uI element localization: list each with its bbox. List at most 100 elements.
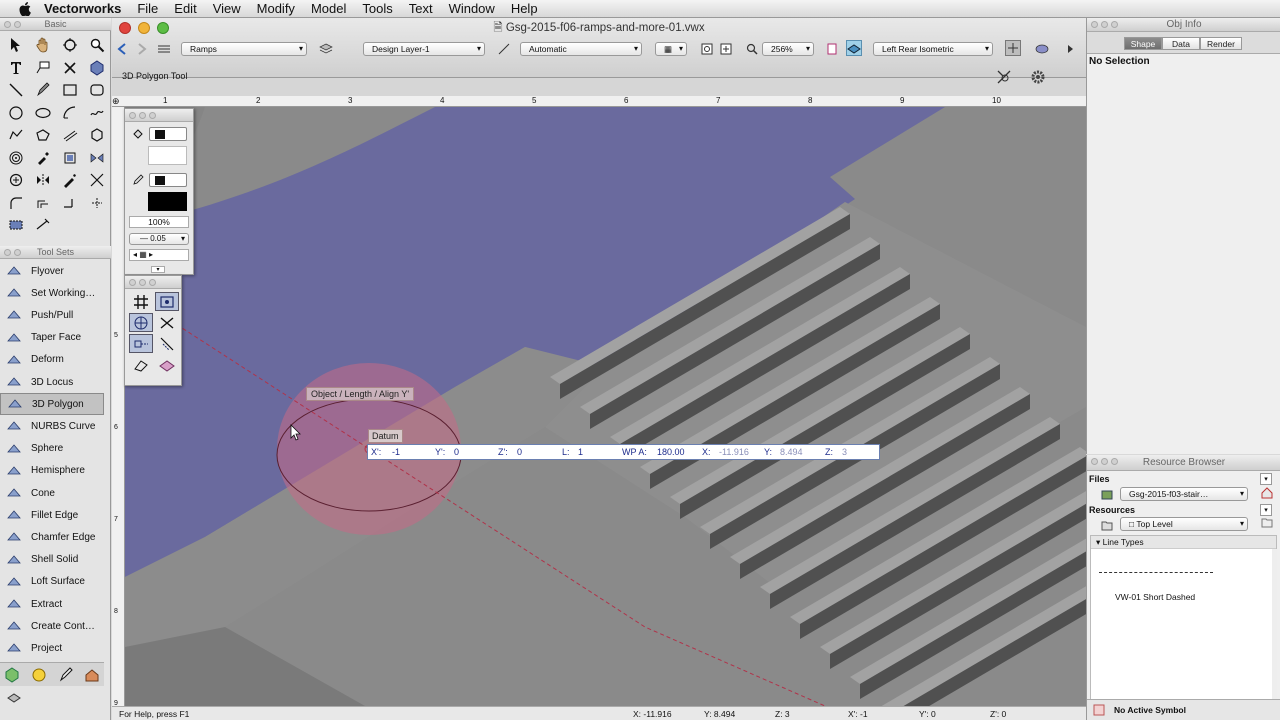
view-select[interactable]: Left Rear Isometric (873, 42, 993, 56)
tool-set-item[interactable]: Create Cont… (0, 615, 104, 637)
tool-set-item[interactable]: Project (0, 637, 104, 659)
menu-tools[interactable]: Tools (354, 1, 400, 16)
menu-app[interactable]: Vectorworks (44, 1, 129, 16)
tool-set-item[interactable]: Shell Solid (0, 549, 104, 571)
data-bar-yp-field[interactable]: 0 (454, 447, 459, 457)
zoom-magnifier-icon[interactable] (744, 41, 760, 57)
menu-modify[interactable]: Modify (249, 1, 303, 16)
zoom-select[interactable]: 256% (762, 42, 814, 56)
resource-list[interactable]: ▾ Line Types VW-01 Short Dashed (1090, 535, 1277, 705)
connect-tool-icon[interactable] (56, 192, 83, 215)
snap-to-grid-icon[interactable] (129, 292, 153, 311)
attributes-collapse-icon[interactable]: ▾ (151, 266, 165, 273)
tab-render[interactable]: Render (1200, 37, 1242, 50)
files-menu-icon[interactable]: ▾ (1260, 473, 1272, 485)
snap-to-object-icon[interactable] (155, 292, 179, 311)
3d-modeling-set-icon[interactable] (4, 667, 20, 683)
freehand-tool-icon[interactable] (83, 102, 110, 125)
render-toggle-icon[interactable] (1005, 40, 1021, 56)
reshape-tool-icon[interactable] (2, 169, 29, 192)
polygon-tool-icon[interactable] (29, 124, 56, 147)
working-plane-icon[interactable] (846, 40, 862, 56)
data-bar-zp-field[interactable]: 0 (517, 447, 522, 457)
rounded-rectangle-tool-icon[interactable] (83, 79, 110, 102)
site-planning-set-icon[interactable] (6, 688, 22, 704)
drawing-canvas[interactable]: Object / Length / Align Y' Datum (125, 107, 1086, 706)
menu-model[interactable]: Model (303, 1, 354, 16)
flyover-tool-icon[interactable] (56, 34, 83, 57)
circle-tool-icon[interactable] (2, 102, 29, 125)
tool-set-item[interactable]: Set Working… (0, 282, 104, 304)
tool-set-item[interactable]: 3D Locus (0, 371, 104, 393)
menu-view[interactable]: View (205, 1, 249, 16)
arc-tool-icon[interactable] (56, 102, 83, 125)
back-arrow-icon[interactable] (114, 41, 130, 57)
tool-set-item[interactable]: Fillet Edge (0, 504, 104, 526)
pan-tool-icon[interactable] (29, 34, 56, 57)
fill-style-select[interactable] (149, 127, 187, 141)
fillet-tool-icon[interactable] (2, 192, 29, 215)
data-bar-l-field[interactable]: 1 (578, 447, 583, 457)
opacity-field[interactable]: 100% (129, 216, 189, 228)
tool-set-item[interactable]: Hemisphere (0, 460, 104, 482)
class-options-icon[interactable] (156, 41, 172, 57)
data-bar-y-field[interactable]: 8.494 (780, 447, 803, 457)
text-tool-icon[interactable] (2, 57, 29, 80)
resources-location-select[interactable]: □ Top Level (1120, 517, 1248, 531)
line-types-section-header[interactable]: ▾ Line Types (1091, 536, 1276, 549)
fill-color-swatch[interactable] (148, 146, 187, 165)
menu-help[interactable]: Help (503, 1, 546, 16)
callout-tool-icon[interactable] (29, 57, 56, 80)
eyedropper-2-icon[interactable] (56, 169, 83, 192)
snap-to-angle-icon[interactable] (129, 313, 153, 332)
line-tool-icon[interactable] (2, 79, 29, 102)
trim-tool-icon[interactable] (83, 169, 110, 192)
pen-style-select[interactable] (149, 173, 187, 187)
zoom-tool-icon[interactable] (83, 34, 110, 57)
arrowhead-select[interactable]: ◂ ▦ ▸ (129, 249, 189, 261)
flyover-view-icon[interactable] (824, 41, 840, 57)
data-bar-x-field[interactable]: -11.916 (719, 447, 749, 457)
dims-notes-set-icon[interactable] (58, 667, 74, 683)
polyline-tool-icon[interactable] (2, 124, 29, 147)
tool-set-item[interactable]: Taper Face (0, 327, 104, 349)
split-tool-icon[interactable] (83, 192, 110, 215)
view-options-icon[interactable] (718, 41, 734, 57)
clip-tool-icon[interactable] (56, 147, 83, 170)
3d-symbol-tool-icon[interactable] (83, 57, 110, 80)
tab-shape[interactable]: Shape (1124, 37, 1162, 50)
tool-mode-icon[interactable] (996, 69, 1012, 85)
mirror-tool-2-icon[interactable] (29, 169, 56, 192)
tool-set-item[interactable]: Deform (0, 349, 104, 371)
fill-bucket-icon[interactable] (130, 126, 146, 142)
regular-polygon-tool-icon[interactable] (83, 124, 110, 147)
tool-set-item[interactable]: Chamfer Edge (0, 526, 104, 548)
projection-select[interactable]: ▦ (655, 42, 687, 56)
tool-set-item[interactable]: Extract (0, 593, 104, 615)
apple-icon[interactable] (18, 1, 32, 16)
tool-set-item[interactable]: Sphere (0, 438, 104, 460)
tab-data[interactable]: Data (1162, 37, 1200, 50)
visualization-set-icon[interactable] (31, 667, 47, 683)
selection-tool-icon[interactable] (2, 34, 29, 57)
data-bar-z-field[interactable]: 3 (842, 447, 847, 457)
folder-icon[interactable] (1099, 518, 1115, 534)
mirror-tool-icon[interactable] (83, 147, 110, 170)
menu-edit[interactable]: Edit (166, 1, 204, 16)
data-bar-wpa-field[interactable]: 180.00 (657, 447, 685, 457)
rectangle-tool-icon[interactable] (56, 79, 83, 102)
pen-icon[interactable] (130, 172, 146, 188)
menu-text[interactable]: Text (401, 1, 441, 16)
layer-options-icon[interactable] (318, 41, 334, 57)
layer-select[interactable]: Design Layer-1 (363, 42, 485, 56)
tool-set-item[interactable]: Loft Surface (0, 571, 104, 593)
building-shell-set-icon[interactable] (84, 667, 100, 683)
menu-file[interactable]: File (129, 1, 166, 16)
pencil-tool-icon[interactable] (29, 79, 56, 102)
forward-arrow-icon[interactable] (134, 41, 150, 57)
menu-window[interactable]: Window (441, 1, 503, 16)
spiral-tool-icon[interactable] (2, 147, 29, 170)
smart-points-icon[interactable] (129, 334, 153, 353)
line-type-preview[interactable] (1099, 572, 1213, 573)
snap-to-intersection-icon[interactable] (155, 313, 179, 332)
